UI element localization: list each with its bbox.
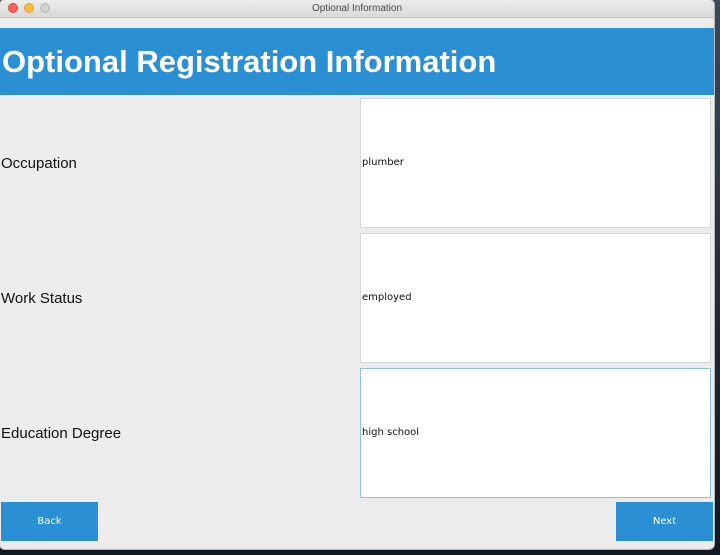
work-status-value: employed — [362, 292, 412, 303]
app-window: Optional Information Optional Registrati… — [0, 0, 714, 549]
next-button[interactable]: Next — [616, 502, 713, 541]
work-status-label: Work Status — [1, 290, 83, 307]
occupation-value: plumber — [362, 157, 404, 168]
occupation-label: Occupation — [1, 155, 77, 172]
page-title: Optional Registration Information — [2, 44, 497, 79]
education-degree-value: high school — [362, 427, 420, 438]
education-degree-field[interactable]: high school — [360, 368, 711, 498]
window-title: Optional Information — [311, 3, 403, 14]
education-degree-label: Education Degree — [1, 425, 122, 442]
title-bar: Optional Information — [0, 0, 714, 18]
occupation-field[interactable]: plumber — [360, 98, 711, 228]
work-status-field[interactable]: employed — [360, 233, 711, 363]
page-header: Optional Registration Information — [0, 28, 714, 95]
back-button[interactable]: Back — [1, 502, 98, 541]
